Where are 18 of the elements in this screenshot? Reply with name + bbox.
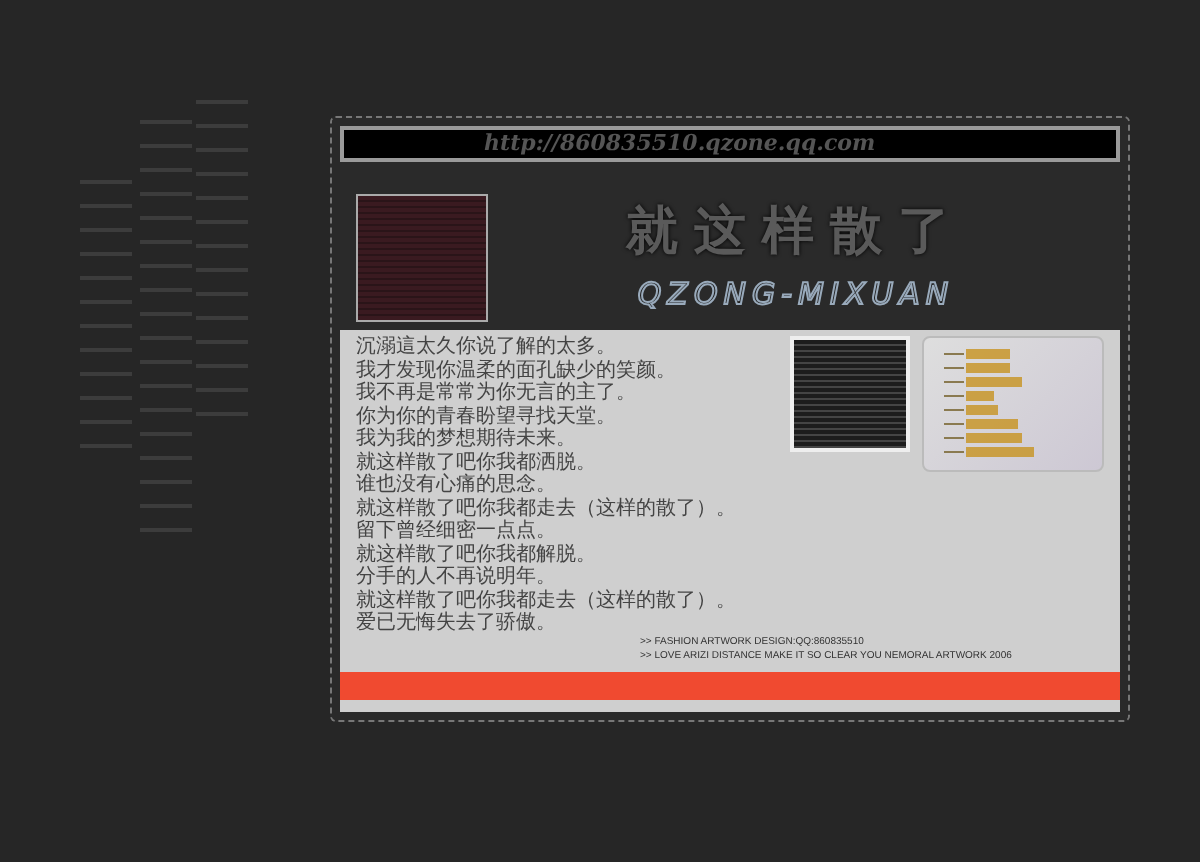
poem-line: 我不再是常常为你无言的主了。 xyxy=(356,382,636,405)
pattern-image xyxy=(790,336,911,452)
poem-line: 分手的人不再说明年。 xyxy=(356,566,558,589)
site-subtitle: QZONG-MIXUAN xyxy=(637,274,955,317)
poem-line: 就这样散了吧你我都洒脱。 xyxy=(356,451,598,473)
poem-line: 你为你的青春盼望寻找天堂。 xyxy=(356,405,618,427)
url-text: http://860835510.qzone.qq.com xyxy=(484,127,876,160)
thumbnail-image xyxy=(356,194,488,322)
blurred-profile-lines-drawing xyxy=(944,348,1037,460)
poem-line: 爱已无悔失去了骄傲。 xyxy=(356,612,558,635)
poem-line: 沉溺這太久你说了解的太多。 xyxy=(356,336,618,359)
poem-line: 留下曾经细密一点点。 xyxy=(356,520,558,543)
poem-line: 就这样散了吧你我都走去（这样的散了）。 xyxy=(356,589,738,611)
poem-line: 就这样散了吧你我都解脱。 xyxy=(356,543,598,565)
poem-line: 我才发现你温柔的面孔缺少的笑颜。 xyxy=(356,359,678,381)
poem-line: 就这样散了吧你我都走去（这样的散了）。 xyxy=(356,497,738,519)
poem-line: 谁也没有心痛的思念。 xyxy=(356,474,558,497)
poem-line: 我为我的梦想期待未来。 xyxy=(356,428,578,451)
